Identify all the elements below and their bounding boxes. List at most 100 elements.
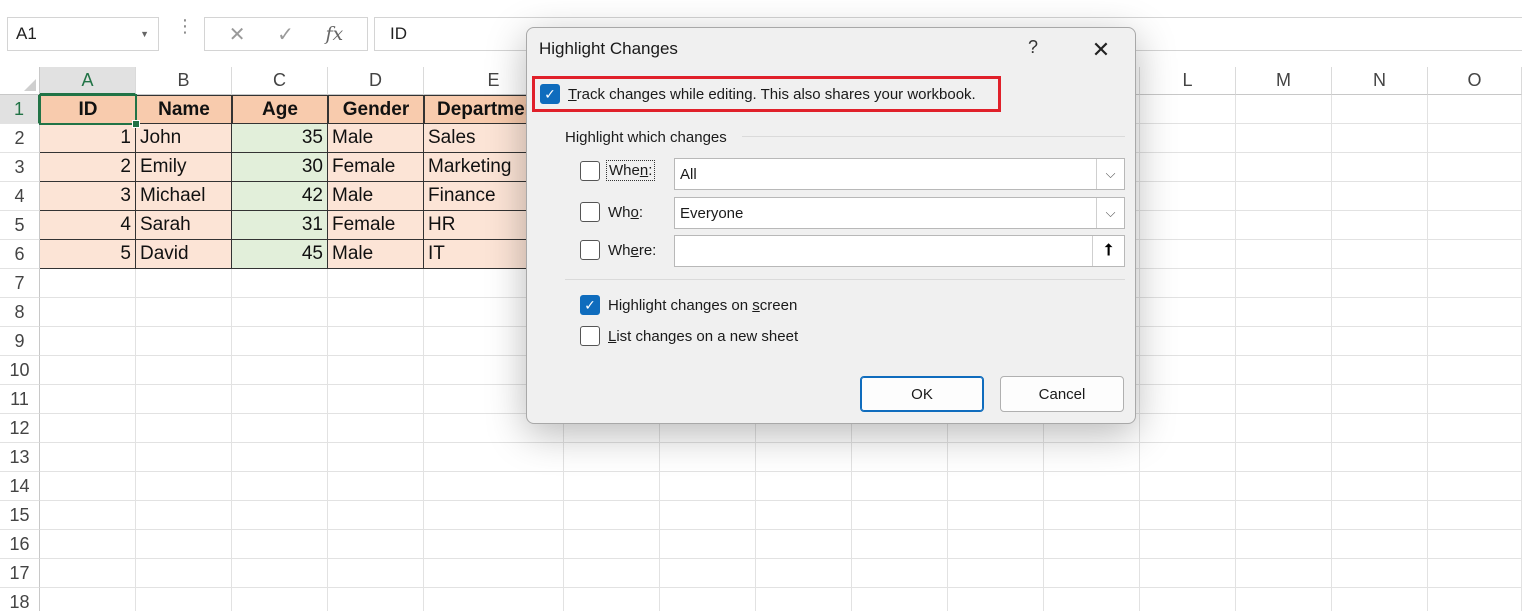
grid-cell[interactable] <box>1044 559 1140 588</box>
grid-cell[interactable] <box>232 298 328 327</box>
formula-bar-grip-icon[interactable]: ⋮ <box>176 17 194 35</box>
grid-cell[interactable] <box>328 414 424 443</box>
cell-a4[interactable]: 3 <box>40 182 136 211</box>
grid-cell[interactable] <box>328 530 424 559</box>
row-header-11[interactable]: 11 <box>0 385 40 414</box>
grid-cell[interactable] <box>40 559 136 588</box>
name-box-dropdown-icon[interactable]: ▼ <box>140 29 149 39</box>
grid-cell[interactable] <box>232 559 328 588</box>
grid-cell[interactable] <box>1332 327 1428 356</box>
grid-cell[interactable] <box>1428 240 1522 269</box>
grid-cell[interactable] <box>1332 559 1428 588</box>
range-select-icon[interactable]: ⭡ <box>1092 236 1124 266</box>
row-header-6[interactable]: 6 <box>0 240 40 269</box>
grid-cell[interactable] <box>1140 443 1236 472</box>
grid-cell[interactable] <box>1140 588 1236 611</box>
grid-cell[interactable] <box>1140 530 1236 559</box>
grid-cell[interactable] <box>564 501 660 530</box>
grid-cell[interactable] <box>660 559 756 588</box>
where-input[interactable]: ⭡ <box>674 235 1125 267</box>
row-header-7[interactable]: 7 <box>0 269 40 298</box>
cell-c4[interactable]: 42 <box>232 182 328 211</box>
grid-cell[interactable] <box>1044 501 1140 530</box>
row-header-13[interactable]: 13 <box>0 443 40 472</box>
grid-cell[interactable] <box>852 530 948 559</box>
close-icon[interactable]: ✕ <box>1087 36 1115 64</box>
grid-cell[interactable] <box>1044 443 1140 472</box>
grid-cell[interactable] <box>1236 211 1332 240</box>
row-header-4[interactable]: 4 <box>0 182 40 211</box>
grid-cell[interactable] <box>1428 298 1522 327</box>
grid-cell[interactable] <box>1332 443 1428 472</box>
row-header-5[interactable]: 5 <box>0 211 40 240</box>
grid-cell[interactable] <box>136 530 232 559</box>
grid-cell[interactable] <box>328 501 424 530</box>
cell-c5[interactable]: 31 <box>232 211 328 240</box>
grid-cell[interactable] <box>424 501 564 530</box>
column-header-l[interactable]: L <box>1140 67 1236 95</box>
grid-cell[interactable] <box>136 385 232 414</box>
where-label[interactable]: Where: <box>606 241 658 260</box>
grid-cell[interactable] <box>232 588 328 611</box>
grid-cell[interactable] <box>1236 153 1332 182</box>
grid-cell[interactable] <box>424 443 564 472</box>
grid-cell[interactable] <box>1332 530 1428 559</box>
grid-cell[interactable] <box>232 327 328 356</box>
grid-cell[interactable] <box>1140 385 1236 414</box>
who-select[interactable]: Everyone ⌵ <box>674 197 1125 229</box>
grid-cell[interactable] <box>1428 269 1522 298</box>
when-checkbox[interactable] <box>580 160 600 181</box>
grid-cell[interactable] <box>1236 530 1332 559</box>
grid-cell[interactable] <box>948 588 1044 611</box>
grid-cell[interactable] <box>1428 182 1522 211</box>
grid-cell[interactable] <box>328 269 424 298</box>
grid-cell[interactable] <box>948 501 1044 530</box>
grid-cell[interactable] <box>1428 211 1522 240</box>
row-header-2[interactable]: 2 <box>0 124 40 153</box>
grid-cell[interactable] <box>232 356 328 385</box>
list-on-new-sheet-label[interactable]: List changes on a new sheet <box>608 328 798 345</box>
grid-cell[interactable] <box>40 501 136 530</box>
grid-cell[interactable] <box>40 269 136 298</box>
grid-cell[interactable] <box>1332 269 1428 298</box>
grid-cell[interactable] <box>660 588 756 611</box>
grid-cell[interactable] <box>564 472 660 501</box>
grid-cell[interactable] <box>424 559 564 588</box>
grid-cell[interactable] <box>948 530 1044 559</box>
cell-d2[interactable]: Male <box>328 124 424 153</box>
cell-a5[interactable]: 4 <box>40 211 136 240</box>
grid-cell[interactable] <box>1236 182 1332 211</box>
grid-cell[interactable] <box>756 501 852 530</box>
grid-cell[interactable] <box>424 530 564 559</box>
grid-cell[interactable] <box>564 530 660 559</box>
grid-cell[interactable] <box>852 559 948 588</box>
grid-cell[interactable] <box>852 443 948 472</box>
grid-cell[interactable] <box>40 530 136 559</box>
grid-cell[interactable] <box>328 559 424 588</box>
cell-b4[interactable]: Michael <box>136 182 232 211</box>
grid-cell[interactable] <box>328 443 424 472</box>
cell-c6[interactable]: 45 <box>232 240 328 269</box>
grid-cell[interactable] <box>232 501 328 530</box>
grid-cell[interactable] <box>40 472 136 501</box>
grid-cell[interactable] <box>136 559 232 588</box>
grid-cell[interactable] <box>1140 153 1236 182</box>
grid-cell[interactable] <box>136 356 232 385</box>
cancel-entry-icon[interactable]: ✕ <box>229 22 246 47</box>
grid-cell[interactable] <box>1332 211 1428 240</box>
grid-cell[interactable] <box>1332 182 1428 211</box>
where-checkbox[interactable] <box>580 240 600 260</box>
grid-cell[interactable] <box>1428 559 1522 588</box>
grid-cell[interactable] <box>1044 588 1140 611</box>
grid-cell[interactable] <box>1428 124 1522 153</box>
name-box[interactable]: A1 ▼ <box>7 17 159 51</box>
grid-cell[interactable] <box>756 588 852 611</box>
grid-cell[interactable] <box>1332 124 1428 153</box>
grid-cell[interactable] <box>1428 472 1522 501</box>
highlight-on-screen-checkbox[interactable]: ✓ <box>580 295 600 315</box>
grid-cell[interactable] <box>660 443 756 472</box>
grid-cell[interactable] <box>40 327 136 356</box>
grid-cell[interactable] <box>1140 124 1236 153</box>
grid-cell[interactable] <box>136 269 232 298</box>
grid-cell[interactable] <box>1332 356 1428 385</box>
